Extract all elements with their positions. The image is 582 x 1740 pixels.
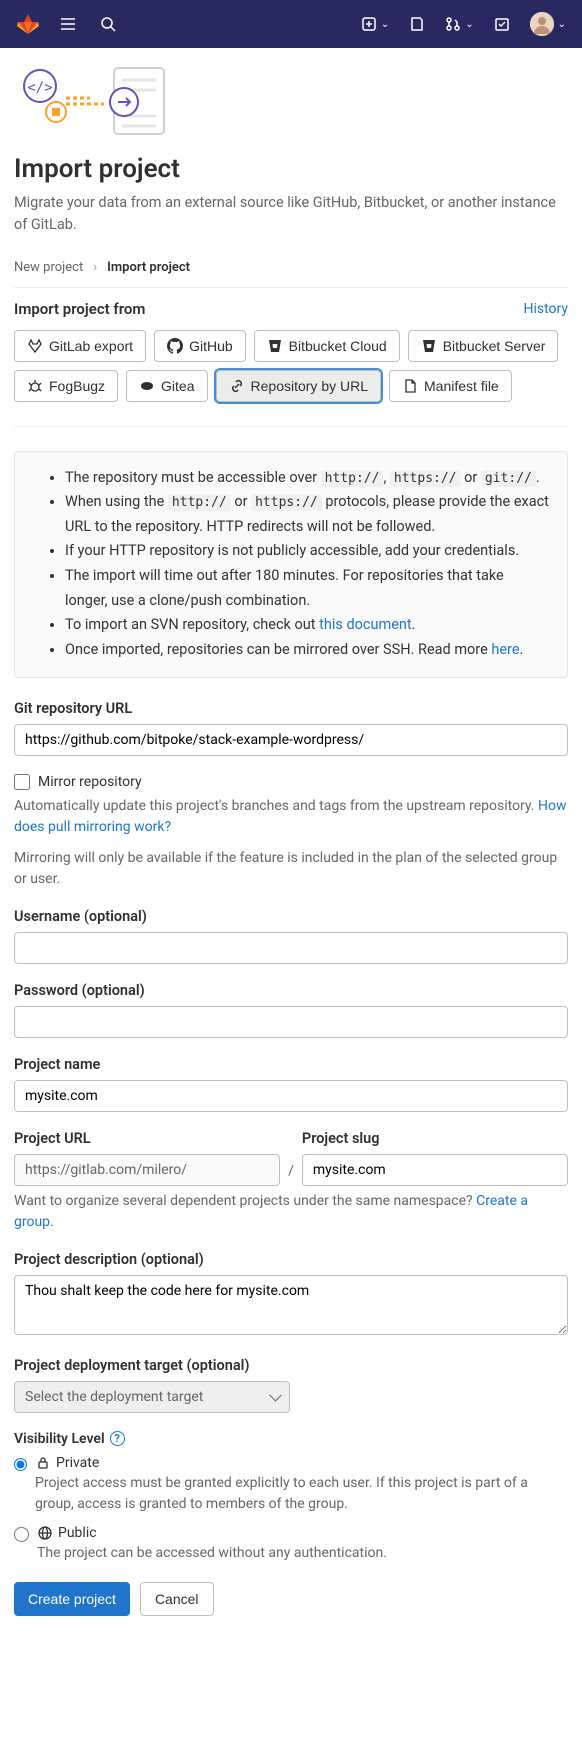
avatar: [530, 12, 554, 36]
mirror-help: Automatically update this project's bran…: [14, 796, 568, 838]
username-input[interactable]: [14, 932, 568, 964]
visibility-public-label: Public: [58, 1525, 97, 1541]
project-name-label: Project name: [14, 1056, 568, 1073]
namespace-help: Want to organize several dependent proje…: [14, 1191, 568, 1233]
import-info-box: The repository must be accessible over h…: [14, 451, 568, 678]
bitbucket-icon: [267, 338, 283, 354]
source-repo-by-url[interactable]: Repository by URL: [216, 370, 382, 402]
user-menu[interactable]: ⌄: [526, 8, 570, 40]
url-separator: /: [288, 1163, 294, 1179]
bug-icon: [27, 378, 43, 394]
password-label: Password (optional): [14, 982, 568, 999]
description-textarea[interactable]: Thou shalt keep the code here for mysite…: [14, 1275, 568, 1335]
lock-icon: [35, 1455, 51, 1471]
source-gitea[interactable]: Gitea: [126, 370, 207, 402]
project-name-input[interactable]: [14, 1080, 568, 1112]
gitlab-logo[interactable]: [12, 8, 44, 40]
breadcrumb-current: Import project: [107, 260, 190, 275]
cancel-button[interactable]: Cancel: [140, 1582, 214, 1616]
todos-icon[interactable]: [486, 8, 518, 40]
visibility-label: Visibility Level: [14, 1431, 105, 1447]
visibility-private-radio[interactable]: [14, 1457, 27, 1472]
history-link[interactable]: History: [523, 301, 568, 317]
hamburger-menu-icon[interactable]: [52, 8, 84, 40]
source-bitbucket-server[interactable]: Bitbucket Server: [408, 330, 559, 362]
link-icon: [229, 378, 245, 394]
deploy-target-label: Project deployment target (optional): [14, 1357, 568, 1374]
source-manifest[interactable]: Manifest file: [389, 370, 512, 402]
visibility-public-desc: The project can be accessed without any …: [37, 1543, 387, 1564]
merge-requests-icon[interactable]: ⌄: [441, 12, 477, 36]
visibility-private-desc: Project access must be granted explicitl…: [35, 1473, 568, 1515]
source-github[interactable]: GitHub: [154, 330, 246, 362]
username-label: Username (optional): [14, 908, 568, 925]
file-icon: [402, 378, 418, 394]
source-gitlab-export[interactable]: GitLab export: [14, 330, 146, 362]
github-icon: [167, 338, 183, 354]
search-icon[interactable]: [92, 8, 124, 40]
project-url-input: [14, 1154, 280, 1186]
project-slug-label: Project slug: [302, 1130, 568, 1147]
mirror-checkbox[interactable]: [14, 774, 30, 790]
breadcrumb: New project › Import project: [14, 260, 568, 288]
chevron-right-icon: ›: [93, 260, 97, 275]
import-from-title: Import project from: [14, 300, 145, 318]
deploy-target-select[interactable]: Select the deployment target: [14, 1381, 290, 1413]
mirror-note: Mirroring will only be available if the …: [14, 848, 568, 890]
svg-text:</>: </>: [27, 80, 52, 96]
import-hero-illustration: </>: [14, 62, 568, 154]
import-source-group: GitLab export GitHub Bitbucket Cloud Bit…: [14, 330, 568, 402]
password-input[interactable]: [14, 1006, 568, 1038]
create-menu[interactable]: ⌄: [357, 12, 393, 36]
bitbucket-icon: [421, 338, 437, 354]
page-subtitle: Migrate your data from an external sourc…: [14, 192, 568, 236]
mirror-label: Mirror repository: [38, 774, 142, 790]
source-fogbugz[interactable]: FogBugz: [14, 370, 118, 402]
gitlab-icon: [27, 338, 43, 354]
globe-icon: [37, 1525, 53, 1541]
visibility-public-radio[interactable]: [14, 1527, 29, 1542]
gitea-icon: [139, 378, 155, 394]
page-title: Import project: [14, 154, 568, 184]
mirror-doc-link[interactable]: here: [491, 641, 519, 658]
issues-icon[interactable]: [401, 8, 433, 40]
top-navbar: ⌄ ⌄ ⌄: [0, 0, 582, 48]
breadcrumb-parent[interactable]: New project: [14, 260, 83, 275]
project-slug-input[interactable]: [302, 1154, 568, 1186]
project-url-label: Project URL: [14, 1130, 280, 1147]
git-url-label: Git repository URL: [14, 700, 568, 717]
help-icon[interactable]: ?: [110, 1431, 125, 1446]
divider: [14, 426, 568, 427]
svn-doc-link[interactable]: this document: [319, 616, 412, 633]
visibility-private-label: Private: [56, 1455, 99, 1471]
source-bitbucket-cloud[interactable]: Bitbucket Cloud: [254, 330, 400, 362]
git-url-input[interactable]: [14, 724, 568, 756]
description-label: Project description (optional): [14, 1251, 568, 1268]
create-project-button[interactable]: Create project: [14, 1582, 130, 1616]
